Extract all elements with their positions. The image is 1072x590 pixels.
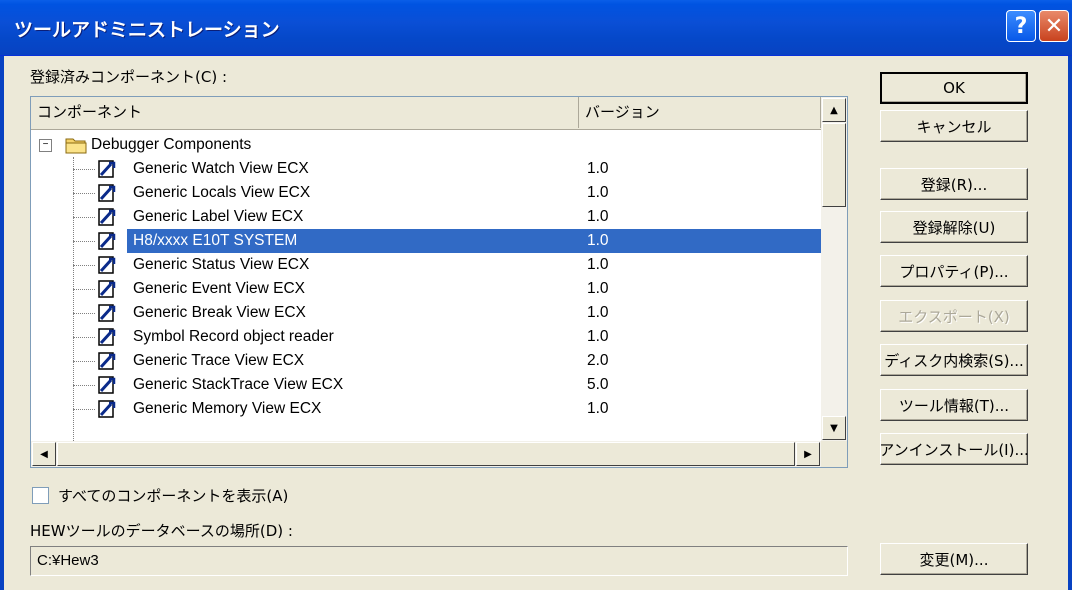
close-button[interactable]: ✕	[1039, 10, 1069, 42]
tree-branch-line	[73, 289, 95, 290]
register-button[interactable]: 登録(R)...	[880, 168, 1028, 200]
change-button[interactable]: 変更(M)...	[880, 543, 1028, 575]
component-version: 1.0	[587, 400, 609, 417]
component-version: 2.0	[587, 352, 609, 369]
component-name: Generic Break View ECX	[133, 304, 306, 321]
component-row[interactable]: Generic Locals View ECX 1.0	[31, 181, 821, 205]
registered-components-label: 登録済みコンポーネント(C) :	[30, 68, 228, 86]
component-row[interactable]: Generic Event View ECX 1.0	[31, 277, 821, 301]
ok-button[interactable]: OK	[880, 72, 1028, 104]
tree-branch-line	[73, 385, 95, 386]
component-row[interactable]: Generic Label View ECX 1.0	[31, 205, 821, 229]
tree-group-row[interactable]: − Debugger Components	[31, 133, 821, 157]
tree-branch-line	[73, 361, 95, 362]
component-name: H8/xxxx E10T SYSTEM	[129, 229, 302, 253]
component-icon	[98, 352, 116, 370]
scroll-down-button[interactable]: ▼	[822, 416, 846, 440]
component-icon	[98, 160, 116, 178]
component-icon	[98, 304, 116, 322]
window-title: ツールアドミニストレーション	[14, 19, 280, 41]
component-version: 1.0	[587, 184, 609, 201]
component-version: 1.0	[587, 280, 609, 297]
title-bar: ツールアドミニストレーション ? ✕	[0, 0, 1072, 56]
export-button: エクスポート(X)	[880, 300, 1028, 332]
tree-branch-line	[73, 193, 95, 194]
column-header-component[interactable]: コンポーネント	[31, 97, 579, 128]
component-version: 5.0	[587, 376, 609, 393]
horizontal-scrollbar[interactable]: ◀ ▶	[31, 441, 821, 467]
component-version: 1.0	[587, 256, 609, 273]
component-row[interactable]: Generic StackTrace View ECX 5.0	[31, 373, 821, 397]
search-disk-button[interactable]: ディスク内検索(S)...	[880, 344, 1028, 376]
window-frame-right	[1068, 56, 1072, 590]
vertical-scrollbar[interactable]: ▲ ▼	[821, 97, 847, 441]
component-icon	[98, 400, 116, 418]
folder-icon	[65, 138, 87, 154]
component-name: Generic Locals View ECX	[133, 184, 311, 201]
component-name: Generic Trace View ECX	[133, 352, 305, 369]
tree-branch-line	[73, 217, 95, 218]
component-name: Generic Event View ECX	[133, 280, 306, 297]
component-row[interactable]: Generic Memory View ECX 1.0	[31, 397, 821, 421]
scroll-corner	[821, 441, 847, 467]
show-all-checkbox[interactable]	[32, 487, 49, 504]
window-frame-left	[0, 56, 4, 590]
component-version: 1.0	[587, 304, 609, 321]
component-icon	[98, 280, 116, 298]
component-name: Generic Memory View ECX	[133, 400, 322, 417]
component-icon	[98, 232, 116, 250]
tree-branch-line	[73, 265, 95, 266]
column-header-version[interactable]: バージョン	[579, 97, 821, 128]
component-row[interactable]: H8/xxxx E10T SYSTEM 1.0	[31, 229, 821, 253]
tree-branch-line	[73, 169, 95, 170]
tree-branch-line	[73, 337, 95, 338]
scroll-up-button[interactable]: ▲	[822, 98, 846, 122]
component-icon	[98, 376, 116, 394]
vertical-scroll-thumb[interactable]	[822, 123, 846, 207]
component-name: Generic Watch View ECX	[133, 160, 309, 177]
component-version: 1.0	[587, 160, 609, 177]
tool-info-button[interactable]: ツール情報(T)...	[880, 389, 1028, 421]
component-name: Generic Label View ECX	[133, 208, 304, 225]
list-header: コンポーネント バージョン	[31, 97, 821, 130]
horizontal-scroll-thumb[interactable]	[57, 442, 795, 466]
help-button[interactable]: ?	[1006, 10, 1036, 42]
db-location-field: C:¥Hew3	[30, 546, 848, 576]
component-version: 1.0	[587, 232, 609, 249]
component-icon	[98, 184, 116, 202]
component-version: 1.0	[587, 328, 609, 345]
component-name: Generic StackTrace View ECX	[133, 376, 344, 393]
component-row[interactable]: Generic Trace View ECX 2.0	[31, 349, 821, 373]
component-icon	[98, 208, 116, 226]
tree-branch-line	[73, 241, 95, 242]
collapse-toggle-icon[interactable]: −	[39, 139, 52, 152]
component-row[interactable]: Generic Status View ECX 1.0	[31, 253, 821, 277]
component-name: Symbol Record object reader	[133, 328, 334, 345]
db-location-label: HEWツールのデータベースの場所(D) :	[30, 522, 293, 540]
cancel-button[interactable]: キャンセル	[880, 110, 1028, 142]
group-label: Debugger Components	[91, 136, 252, 153]
component-icon	[98, 256, 116, 274]
tree-branch-line	[73, 313, 95, 314]
component-icon	[98, 328, 116, 346]
scroll-left-button[interactable]: ◀	[32, 442, 56, 466]
component-row[interactable]: Generic Watch View ECX 1.0	[31, 157, 821, 181]
tree-branch-line	[73, 409, 95, 410]
component-name: Generic Status View ECX	[133, 256, 310, 273]
show-all-label[interactable]: すべてのコンポーネントを表示(A)	[58, 485, 288, 506]
components-list[interactable]: コンポーネント バージョン − Debugger Components Gene…	[30, 96, 848, 468]
component-row[interactable]: Generic Break View ECX 1.0	[31, 301, 821, 325]
uninstall-button[interactable]: アンインストール(I)...	[879, 433, 1029, 465]
component-version: 1.0	[587, 208, 609, 225]
properties-button[interactable]: プロパティ(P)...	[880, 255, 1028, 287]
scroll-right-button[interactable]: ▶	[796, 442, 820, 466]
component-row[interactable]: Symbol Record object reader 1.0	[31, 325, 821, 349]
unregister-button[interactable]: 登録解除(U)	[880, 211, 1028, 243]
